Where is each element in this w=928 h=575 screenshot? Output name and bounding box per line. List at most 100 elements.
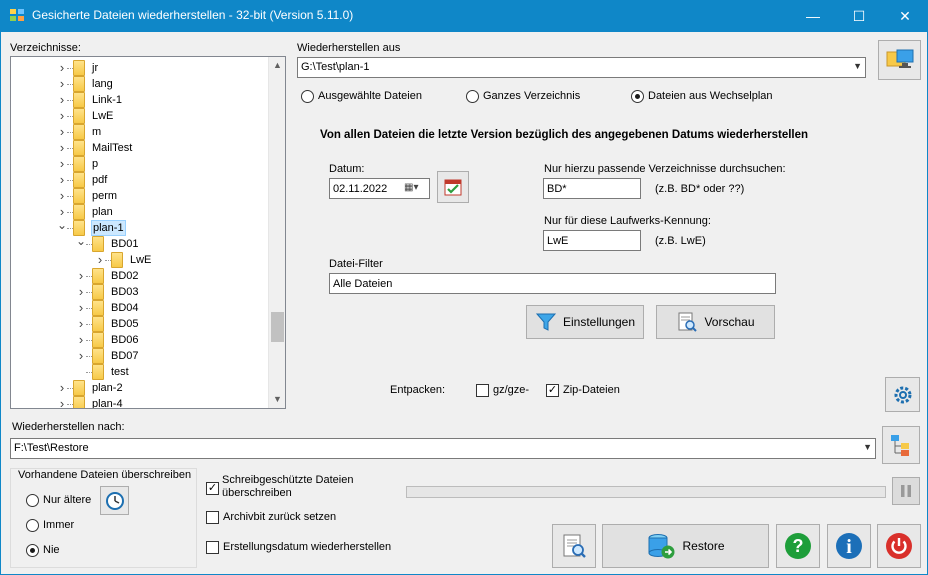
info-button[interactable]: i <box>827 524 871 568</box>
tree-item[interactable]: ⌄ BD01 <box>11 235 269 252</box>
drive-label: Nur für diese Laufwerks-Kennung: <box>544 215 711 227</box>
chevron-down-icon[interactable]: ⌄ <box>76 235 86 247</box>
folder-icon <box>73 188 85 204</box>
tree-scrollbar[interactable]: ▲ ▼ <box>268 57 285 408</box>
tree-item[interactable]: › p <box>11 156 269 172</box>
radio-rotation-plan[interactable]: Dateien aus Wechselplan <box>631 88 773 104</box>
chevron-right-icon[interactable]: › <box>57 156 67 171</box>
chevron-right-icon[interactable]: › <box>57 124 67 139</box>
zip-checkbox[interactable]: ✓ Zip-Dateien <box>546 382 620 398</box>
scroll-down-icon[interactable]: ▼ <box>269 391 285 408</box>
restore-button[interactable]: Restore <box>602 524 769 568</box>
tree-item[interactable]: › BD04 <box>11 300 269 316</box>
tree-item[interactable]: › lang <box>11 76 269 92</box>
chevron-right-icon[interactable]: › <box>57 396 67 408</box>
minimize-button[interactable]: — <box>790 0 836 32</box>
radio-never[interactable]: Nie <box>26 542 60 558</box>
file-filter-field[interactable] <box>329 273 776 294</box>
chevron-down-icon[interactable]: ▼ <box>863 442 872 452</box>
chevron-right-icon[interactable]: › <box>57 380 67 395</box>
tree-item[interactable]: › BD06 <box>11 332 269 348</box>
drive-input[interactable] <box>544 231 640 250</box>
tree-item-label: Link-1 <box>92 94 122 106</box>
drive-field[interactable] <box>543 230 641 251</box>
chevron-right-icon[interactable]: › <box>57 188 67 203</box>
maximize-button[interactable]: ☐ <box>836 0 882 32</box>
chevron-right-icon[interactable]: › <box>57 60 67 75</box>
tree-item[interactable]: › LwE <box>11 252 269 268</box>
chevron-right-icon[interactable]: › <box>57 92 67 107</box>
chevron-right-icon[interactable]: › <box>76 332 86 347</box>
help-button[interactable]: ? <box>776 524 820 568</box>
tree-item[interactable]: › Link-1 <box>11 92 269 108</box>
close-window-button[interactable]: ✕ <box>882 0 928 32</box>
chevron-right-icon[interactable]: › <box>76 300 86 315</box>
folder-icon <box>92 348 104 364</box>
dir-filter-input[interactable] <box>544 179 640 198</box>
chevron-right-icon[interactable]: › <box>76 348 86 363</box>
tree-item[interactable]: › MailTest <box>11 140 269 156</box>
date-picker[interactable]: 02.11.2022 ▦▾ <box>329 178 430 199</box>
chevron-right-icon[interactable]: › <box>76 316 86 331</box>
checkmark-icon: ✓ <box>206 481 219 495</box>
chevron-right-icon[interactable]: › <box>57 108 67 123</box>
creation-date-label: Erstellungsdatum wiederherstellen <box>223 541 392 553</box>
chevron-down-icon[interactable]: ▼ <box>853 61 862 71</box>
tree-item[interactable]: › perm <box>11 188 269 204</box>
tree-item[interactable]: › BD02 <box>11 268 269 284</box>
scroll-thumb[interactable] <box>271 312 284 342</box>
tree-item[interactable]: test <box>11 364 269 380</box>
calendar-button[interactable] <box>437 171 469 203</box>
browse-target-button[interactable] <box>882 426 920 464</box>
chevron-right-icon[interactable]: › <box>76 268 86 283</box>
log-view-button[interactable] <box>552 524 596 568</box>
chevron-right-icon[interactable]: › <box>95 252 105 267</box>
radio-always[interactable]: Immer <box>26 517 74 533</box>
older-settings-button[interactable] <box>100 486 129 515</box>
database-restore-icon <box>648 534 675 559</box>
archive-bit-checkbox[interactable]: Archivbit zurück setzen <box>206 509 336 525</box>
checkbox-box <box>206 510 219 524</box>
tree-item[interactable]: › m <box>11 124 269 140</box>
tree-item[interactable]: › BD03 <box>11 284 269 300</box>
radio-only-older[interactable]: Nur ältere <box>26 492 91 508</box>
restore-from-value: G:\Test\plan-1 <box>301 61 370 73</box>
tree-item[interactable]: › BD05 <box>11 316 269 332</box>
file-filter-input[interactable] <box>330 274 775 293</box>
browse-source-button[interactable] <box>878 40 921 80</box>
tree-item-label: BD04 <box>111 302 139 314</box>
pause-button[interactable] <box>892 477 920 505</box>
scroll-up-icon[interactable]: ▲ <box>269 57 285 74</box>
creation-date-checkbox[interactable]: Erstellungsdatum wiederherstellen <box>206 539 391 555</box>
chevron-right-icon[interactable]: › <box>57 76 67 91</box>
exit-button[interactable] <box>877 524 921 568</box>
chevron-down-icon[interactable]: ⌄ <box>57 219 67 231</box>
options-gear-button[interactable] <box>885 377 920 412</box>
tree-item[interactable]: › LwE <box>11 108 269 124</box>
dir-filter-field[interactable] <box>543 178 641 199</box>
folder-icon <box>73 172 85 188</box>
radio-whole-directory[interactable]: Ganzes Verzeichnis <box>466 88 580 104</box>
folder-icon <box>111 252 123 268</box>
calendar-dropdown-icon[interactable]: ▦▾ <box>404 182 418 193</box>
restore-from-combo[interactable]: G:\Test\plan-1 ▼ <box>297 57 866 78</box>
readonly-checkbox[interactable]: ✓ <box>206 480 223 496</box>
tree-item[interactable]: › pdf <box>11 172 269 188</box>
chevron-right-icon[interactable]: › <box>57 172 67 187</box>
radio-selected-files[interactable]: Ausgewählte Dateien <box>301 88 422 104</box>
tree-item[interactable]: › jr <box>11 60 269 76</box>
gz-checkbox[interactable]: gz/gze- <box>476 382 529 398</box>
restore-to-combo[interactable]: F:\Test\Restore ▼ <box>10 438 876 459</box>
folder-icon <box>73 140 85 156</box>
tree-item[interactable]: › plan <box>11 204 269 220</box>
chevron-right-icon[interactable]: › <box>76 284 86 299</box>
tree-item[interactable]: ⌄ plan-1 <box>11 219 269 236</box>
preview-button[interactable]: Vorschau <box>656 305 775 339</box>
directory-tree[interactable]: › jr › lang › Link-1 › LwE › m › MailTest › p › pdf › per… <box>10 56 286 409</box>
chevron-right-icon[interactable]: › <box>57 140 67 155</box>
tree-item[interactable]: › plan-2 <box>11 380 269 396</box>
chevron-right-icon[interactable]: › <box>57 204 67 219</box>
tree-item[interactable]: › plan-4 <box>11 396 269 408</box>
tree-item[interactable]: › BD07 <box>11 348 269 364</box>
settings-button[interactable]: Einstellungen <box>526 305 644 339</box>
